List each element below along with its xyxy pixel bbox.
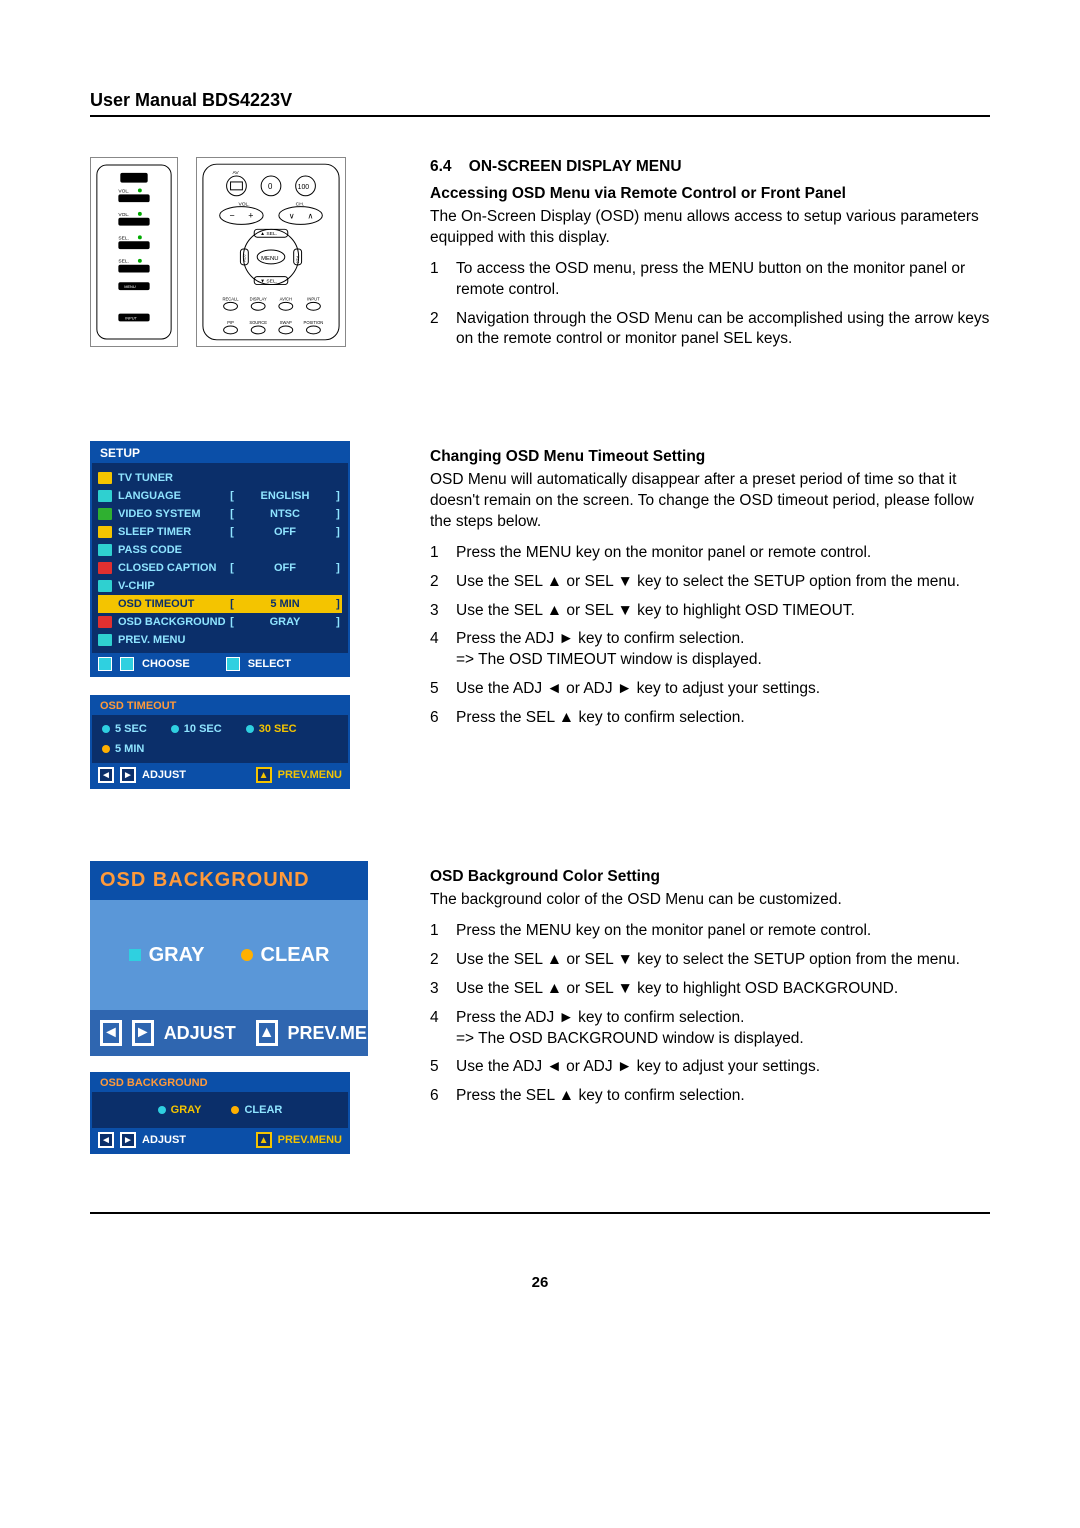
svg-text:∨: ∨ — [289, 211, 295, 220]
svg-text:0: 0 — [268, 182, 273, 191]
svg-text:−: − — [230, 210, 235, 220]
osd-footer: CHOOSE SELECT — [92, 653, 348, 675]
page-header: User Manual BDS4223V — [90, 90, 990, 117]
svg-text:INPUT: INPUT — [307, 296, 320, 301]
svg-text:100: 100 — [298, 184, 310, 191]
step-list: 1Press the MENU key on the monitor panel… — [430, 921, 990, 1107]
svg-text:DISPLAY: DISPLAY — [250, 296, 267, 301]
svg-text:POSITION: POSITION — [304, 320, 324, 325]
body-text: The background color of the OSD Menu can… — [430, 890, 990, 911]
step-list: 1Press the MENU key on the monitor panel… — [430, 543, 990, 729]
remote-control-diagram: AV 0 100 VOL.CH. −+ ∨∧ MENU ▲ SEL. ▼ SEL… — [196, 157, 346, 347]
page-number: 26 — [90, 1274, 990, 1291]
svg-text:+: + — [248, 210, 253, 220]
svg-text:INPUT: INPUT — [125, 315, 137, 320]
svg-text:RECALL: RECALL — [223, 296, 240, 301]
body-text: OSD Menu will automatically disappear af… — [430, 470, 990, 533]
monitor-panel-diagram: VOL. VOL. SEL. SEL. MENU INPUT — [90, 157, 178, 347]
svg-text:PIP: PIP — [227, 320, 234, 325]
section-heading: 6.4 ON-SCREEN DISPLAY MENU — [430, 157, 990, 178]
subsection-title: Changing OSD Menu Timeout Setting — [430, 447, 990, 468]
osd-timeout-panel: OSD TIMEOUT 5 SEC10 SEC30 SEC5 MIN ◄► AD… — [90, 695, 350, 789]
subsection-title: Accessing OSD Menu via Remote Control or… — [430, 184, 990, 205]
step-list: 1To access the OSD menu, press the MENU … — [430, 259, 990, 351]
body-text: The On-Screen Display (OSD) menu allows … — [430, 207, 990, 249]
svg-text:VOL.: VOL. — [118, 188, 129, 194]
osd-background-panel-large: OSD BACKGROUND GRAY CLEAR ◄► ADJUST ▲ PR… — [90, 861, 368, 1056]
svg-text:VOL.: VOL. — [118, 212, 129, 218]
svg-text:SEL.: SEL. — [118, 259, 129, 265]
osd-background-panel-small: OSD BACKGROUND GRAY CLEAR ◄► ADJUST ▲ PR… — [90, 1072, 350, 1154]
svg-text:SEL.: SEL. — [118, 235, 129, 241]
svg-text:AV/CH: AV/CH — [280, 296, 292, 301]
svg-text:▼ SEL.: ▼ SEL. — [260, 279, 277, 285]
svg-text:MENU: MENU — [261, 256, 278, 262]
svg-text:ADJ: ADJ — [241, 254, 246, 261]
svg-text:SOURCE: SOURCE — [249, 320, 267, 325]
svg-text:SWAP: SWAP — [280, 320, 292, 325]
subsection-title: OSD Background Color Setting — [430, 867, 990, 888]
osd-title: SETUP — [92, 443, 348, 463]
osd-setup-menu: SETUP TV TUNERLANGUAGE[ENGLISH]VIDEO SYS… — [90, 441, 350, 677]
svg-text:▲ SEL.: ▲ SEL. — [260, 231, 277, 237]
svg-text:MENU: MENU — [124, 284, 136, 289]
svg-text:AV: AV — [233, 170, 240, 176]
svg-text:ADJ: ADJ — [296, 256, 301, 263]
svg-text:∧: ∧ — [308, 211, 314, 220]
